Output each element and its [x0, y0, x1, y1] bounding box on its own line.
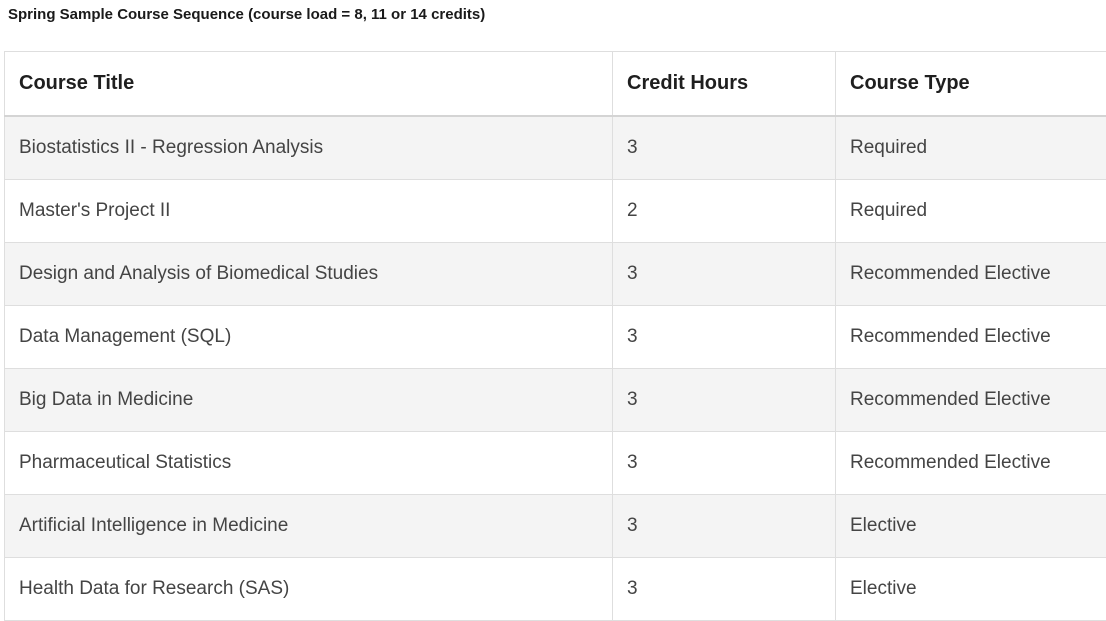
cell-course-type: Required: [836, 116, 1106, 180]
cell-course-title: Artificial Intelligence in Medicine: [5, 495, 613, 558]
cell-credit-hours: 2: [613, 180, 836, 243]
table-row: Health Data for Research (SAS) 3 Electiv…: [5, 558, 1106, 621]
cell-credit-hours: 3: [613, 369, 836, 432]
cell-course-type: Recommended Elective: [836, 432, 1106, 495]
cell-course-type: Recommended Elective: [836, 306, 1106, 369]
cell-credit-hours: 3: [613, 306, 836, 369]
table-row: Master's Project II 2 Required: [5, 180, 1106, 243]
table-row: Big Data in Medicine 3 Recommended Elect…: [5, 369, 1106, 432]
cell-course-title: Biostatistics II - Regression Analysis: [5, 116, 613, 180]
table-header-row: Course Title Credit Hours Course Type: [5, 52, 1106, 117]
table-caption: Spring Sample Course Sequence (course lo…: [8, 6, 485, 23]
cell-credit-hours: 3: [613, 495, 836, 558]
course-sequence-table: Course Title Credit Hours Course Type Bi…: [4, 51, 1106, 621]
header-course-type: Course Type: [836, 52, 1106, 117]
cell-course-type: Elective: [836, 558, 1106, 621]
page: Spring Sample Course Sequence (course lo…: [0, 0, 1106, 616]
cell-course-title: Pharmaceutical Statistics: [5, 432, 613, 495]
cell-course-title: Data Management (SQL): [5, 306, 613, 369]
cell-course-title: Master's Project II: [5, 180, 613, 243]
cell-course-title: Design and Analysis of Biomedical Studie…: [5, 243, 613, 306]
cell-credit-hours: 3: [613, 432, 836, 495]
header-course-title: Course Title: [5, 52, 613, 117]
table-row: Data Management (SQL) 3 Recommended Elec…: [5, 306, 1106, 369]
cell-credit-hours: 3: [613, 243, 836, 306]
cell-course-type: Recommended Elective: [836, 243, 1106, 306]
cell-course-type: Recommended Elective: [836, 369, 1106, 432]
table-row: Artificial Intelligence in Medicine 3 El…: [5, 495, 1106, 558]
table-row: Design and Analysis of Biomedical Studie…: [5, 243, 1106, 306]
cell-course-type: Elective: [836, 495, 1106, 558]
cell-course-title: Big Data in Medicine: [5, 369, 613, 432]
table-row: Biostatistics II - Regression Analysis 3…: [5, 116, 1106, 180]
table-row: Pharmaceutical Statistics 3 Recommended …: [5, 432, 1106, 495]
header-credit-hours: Credit Hours: [613, 52, 836, 117]
cell-course-title: Health Data for Research (SAS): [5, 558, 613, 621]
cell-credit-hours: 3: [613, 116, 836, 180]
cell-credit-hours: 3: [613, 558, 836, 621]
cell-course-type: Required: [836, 180, 1106, 243]
